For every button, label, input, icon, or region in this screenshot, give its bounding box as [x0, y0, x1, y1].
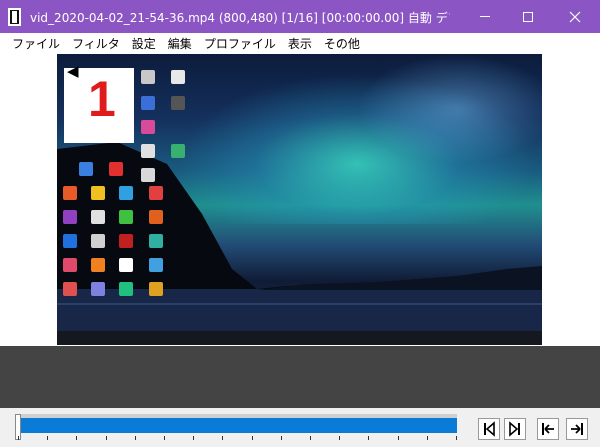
- desktop-icon: [91, 234, 105, 248]
- seek-tick: [456, 436, 457, 440]
- seek-bar[interactable]: [18, 418, 457, 433]
- maximize-icon: [523, 11, 533, 22]
- menu-filter[interactable]: フィルタ: [66, 35, 126, 52]
- desktop-icon: [171, 70, 185, 84]
- menu-bar: ファイル フィルタ 設定 編集 プロファイル 表示 その他: [0, 33, 600, 54]
- desktop-icon: [141, 144, 155, 158]
- desktop-icon: [149, 234, 163, 248]
- desktop-icon: [119, 282, 133, 296]
- seek-tick: [427, 436, 428, 440]
- desktop-icon: [91, 282, 105, 296]
- maximize-button[interactable]: [505, 0, 551, 33]
- seek-tick: [18, 436, 19, 440]
- desktop-icon: [79, 162, 93, 176]
- step-forward-icon: [509, 421, 520, 437]
- desktop-taskbar: [57, 331, 542, 345]
- desktop-icon: [149, 186, 163, 200]
- next-frame-button[interactable]: [504, 418, 526, 440]
- preview-background: [0, 346, 600, 408]
- desktop-icon: [119, 258, 133, 272]
- seek-tick: [222, 436, 223, 440]
- desktop-icon: [91, 186, 105, 200]
- skip-marker-icon: ◀: [67, 62, 79, 80]
- desktop-icon: [149, 258, 163, 272]
- seek-tick: [193, 436, 194, 440]
- desktop-icon: [141, 70, 155, 84]
- skip-to-end-icon: [571, 423, 583, 435]
- desktop-icon: [171, 144, 185, 158]
- prev-frame-button[interactable]: [478, 418, 500, 440]
- seek-tick: [281, 436, 282, 440]
- seek-tick: [398, 436, 399, 440]
- desktop-icon: [149, 210, 163, 224]
- menu-file[interactable]: ファイル: [6, 35, 66, 52]
- seek-tick: [76, 436, 77, 440]
- menu-edit[interactable]: 編集: [162, 35, 198, 52]
- step-back-icon: [484, 421, 495, 437]
- minimize-button[interactable]: [462, 0, 508, 33]
- first-frame-button[interactable]: [537, 418, 559, 440]
- seek-tick: [339, 436, 340, 440]
- seek-tick: [135, 436, 136, 440]
- close-button[interactable]: [552, 0, 598, 33]
- seek-tick: [310, 436, 311, 440]
- seek-tick: [106, 436, 107, 440]
- title-bar[interactable]: vid_2020-04-02_21-54-36.mp4 (800,480) [1…: [0, 0, 600, 33]
- menu-view[interactable]: 表示: [282, 35, 318, 52]
- desktop-icon: [119, 210, 133, 224]
- desktop-icon: [91, 258, 105, 272]
- menu-other[interactable]: その他: [318, 35, 366, 52]
- minimize-icon: [480, 16, 490, 17]
- frame-marker-number: 1: [88, 71, 116, 127]
- film-icon[interactable]: [8, 8, 21, 26]
- desktop-icon: [119, 186, 133, 200]
- close-icon: [569, 11, 581, 22]
- desktop-icon: [171, 96, 185, 110]
- desktop-icon: [141, 168, 155, 182]
- last-frame-button[interactable]: [566, 418, 588, 440]
- desktop-icon: [63, 258, 77, 272]
- desktop-icon: [63, 186, 77, 200]
- seek-tick: [252, 436, 253, 440]
- desktop-icon: [63, 282, 77, 296]
- seek-ticks: [18, 436, 457, 442]
- desktop-icon: [63, 234, 77, 248]
- desktop-icon: [91, 210, 105, 224]
- menu-settings[interactable]: 設定: [126, 35, 162, 52]
- desktop-icon: [119, 234, 133, 248]
- desktop-icon: [63, 210, 77, 224]
- desktop-icon: [149, 282, 163, 296]
- seek-tick: [368, 436, 369, 440]
- seek-tick: [47, 436, 48, 440]
- desktop-icon: [141, 120, 155, 134]
- desktop-icon: [109, 162, 123, 176]
- menu-profile[interactable]: プロファイル: [198, 35, 282, 52]
- seek-tick: [164, 436, 165, 440]
- skip-to-start-icon: [542, 423, 554, 435]
- window-title: vid_2020-04-02_21-54-36.mp4 (800,480) [1…: [30, 11, 450, 25]
- desktop-icon: [141, 96, 155, 110]
